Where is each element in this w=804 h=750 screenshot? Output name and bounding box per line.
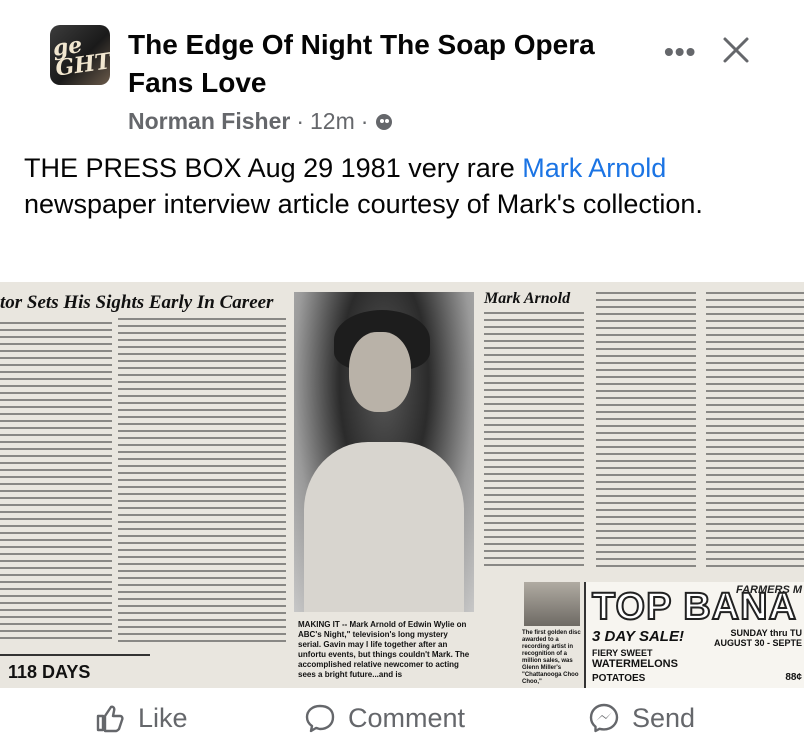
comment-button[interactable]: Comment xyxy=(304,702,465,734)
like-label: Like xyxy=(138,702,188,733)
speech-bubble-icon xyxy=(305,704,335,733)
golden-disc-caption: The first golden disc awarded to a recor… xyxy=(522,630,581,685)
close-icon[interactable] xyxy=(718,32,754,68)
group-avatar[interactable]: ge GHT xyxy=(50,25,110,85)
ad-sale-label: 3 DAY SALE! xyxy=(592,628,684,645)
newspaper-column-1 xyxy=(0,322,112,652)
mention-link[interactable]: Mark Arnold xyxy=(522,153,666,183)
post-text: THE PRESS BOX Aug 29 1981 very rare Mark… xyxy=(24,150,774,222)
meta-separator-2: · xyxy=(360,108,369,134)
post-header: ge GHT The Edge Of Night The Soap Opera F… xyxy=(0,0,804,145)
post-photo[interactable]: tor Sets His Sights Early In Career MAKI… xyxy=(0,282,804,688)
newspaper-portrait-photo xyxy=(294,292,474,612)
send-button[interactable]: Send xyxy=(588,702,695,734)
farmers-market-ad: FARMERS M TOP BANA 3 DAY SALE! SUNDAY th… xyxy=(584,582,804,688)
portrait-face xyxy=(349,332,411,412)
post-text-before-link: THE PRESS BOX Aug 29 1981 very rare xyxy=(24,153,523,183)
like-button[interactable]: Like xyxy=(94,702,188,734)
thumbs-up-icon xyxy=(96,705,124,733)
ad-item-3: POTATOES xyxy=(592,673,646,684)
newspaper-column-2 xyxy=(118,318,286,648)
messenger-icon xyxy=(589,703,619,733)
newspaper-days-banner: 118 DAYS xyxy=(0,654,150,688)
send-label: Send xyxy=(632,702,696,733)
portrait-shirt xyxy=(304,442,464,612)
golden-disc-photo xyxy=(524,582,580,626)
ad-dates: SUNDAY thru TU AUGUST 30 - SEPTE xyxy=(713,628,802,648)
group-title[interactable]: The Edge Of Night The Soap Opera Fans Lo… xyxy=(128,26,648,102)
ad-item-2: WATERMELONS xyxy=(592,658,678,670)
newspaper-photo-caption: MAKING IT -- Mark Arnold of Edwin Wylie … xyxy=(298,620,470,679)
post-text-after-link: newspaper interview article courtesy of … xyxy=(24,189,703,219)
post-actions-bar: Like Comment Send xyxy=(0,690,804,750)
post-meta: Norman Fisher · 12m · xyxy=(128,108,393,135)
ad-item-1: FIERY SWEET xyxy=(592,648,653,658)
avatar-logo-art: ge GHT xyxy=(51,32,110,82)
ad-title: TOP BANA xyxy=(591,585,798,629)
newspaper-column-5 xyxy=(706,292,804,576)
meta-separator: · xyxy=(296,108,304,134)
ad-price: 88¢ xyxy=(785,672,802,683)
newspaper-column-4 xyxy=(596,292,696,576)
newspaper-column-3 xyxy=(484,312,584,574)
more-options-icon[interactable]: ••• xyxy=(664,36,696,68)
post-time[interactable]: 12m xyxy=(310,108,355,135)
newspaper-headline: tor Sets His Sights Early In Career xyxy=(0,292,274,313)
newspaper-byline: Mark Arnold xyxy=(484,290,571,307)
group-members-icon xyxy=(376,113,393,130)
author-name[interactable]: Norman Fisher xyxy=(128,108,290,135)
comment-label: Comment xyxy=(348,702,466,733)
